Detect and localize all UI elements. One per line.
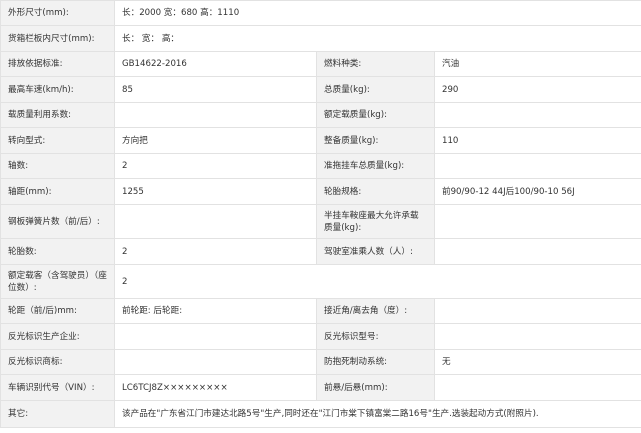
- spec-label: 准拖挂车总质量(kg):: [316, 153, 435, 179]
- spec-value: [433, 298, 641, 324]
- spec-label: 总质量(kg):: [316, 76, 435, 103]
- spec-value: 前90/90-12 44J后100/90-10 56J: [433, 178, 641, 205]
- spec-label: 钢板弹簧片数（前/后）:: [0, 204, 115, 239]
- spec-value: 290: [433, 76, 641, 103]
- spec-label: 货箱栏板内尺寸(mm):: [0, 25, 115, 52]
- spec-row: 轴距(mm): 1255 轮胎规格: 前90/90-12 44J后100/90-10 …: [0, 178, 641, 205]
- spec-value: [433, 374, 641, 401]
- spec-value: 2: [114, 238, 317, 265]
- spec-label: 反光标识商标:: [0, 349, 115, 375]
- spec-value: [114, 102, 317, 128]
- spec-label: 转向型式:: [0, 127, 115, 154]
- spec-value: [433, 102, 641, 128]
- spec-label: 载质量利用系数:: [0, 102, 115, 128]
- spec-row: 反光标识生产企业: 反光标识型号:: [0, 323, 641, 350]
- spec-row: 车辆识别代号（VIN）: LC6TCJ8Z××××××××× 前悬/后悬(mm):: [0, 374, 641, 401]
- spec-value: GB14622-2016: [114, 51, 317, 77]
- spec-value: LC6TCJ8Z×××××××××: [114, 374, 317, 401]
- spec-row: 货箱栏板内尺寸(mm): 长： 宽： 高：: [0, 25, 641, 52]
- spec-label: 防抱死制动系统:: [316, 349, 435, 375]
- spec-value: 无: [433, 349, 641, 375]
- spec-value: [114, 204, 317, 239]
- spec-row: 载质量利用系数: 额定载质量(kg):: [0, 102, 641, 128]
- vehicle-spec-table: 外形尺寸(mm): 长：2000 宽：680 高：1110 货箱栏板内尺寸(mm):…: [0, 0, 641, 428]
- spec-label: 车辆识别代号（VIN）:: [0, 374, 115, 401]
- spec-value: [114, 349, 317, 375]
- spec-value: [433, 153, 641, 179]
- spec-value: 110: [433, 127, 641, 154]
- spec-value: 前轮距: 后轮距:: [114, 298, 317, 324]
- spec-label: 轮距（前/后)mm:: [0, 298, 115, 324]
- spec-value: 2: [113, 264, 641, 299]
- spec-value: [433, 238, 641, 265]
- spec-row: 转向型式: 方向把 整备质量(kg): 110: [0, 127, 641, 154]
- spec-value: 长： 宽： 高：: [113, 25, 641, 52]
- spec-value: 2: [114, 153, 317, 179]
- spec-value: [433, 204, 641, 239]
- spec-label: 轮胎数:: [0, 238, 115, 265]
- spec-label: 排放依据标准:: [0, 51, 115, 77]
- spec-row: 反光标识商标: 防抱死制动系统: 无: [0, 349, 641, 375]
- spec-value: 汽油: [433, 51, 641, 77]
- spec-row: 最高车速(km/h): 85 总质量(kg): 290: [0, 76, 641, 103]
- spec-row: 外形尺寸(mm): 长：2000 宽：680 高：1110: [0, 0, 641, 26]
- spec-value: 方向把: [114, 127, 317, 154]
- spec-label: 额定载客（含驾驶员）（座位数）:: [0, 264, 115, 299]
- spec-row: 其它: 该产品在"广东省江门市建达北路5号"生产,同时还在"江门市棠下镇富棠二路1…: [0, 400, 641, 428]
- spec-row: 轮胎数: 2 驾驶室准乘人数（人）:: [0, 238, 641, 265]
- spec-label: 反光标识生产企业:: [0, 323, 115, 350]
- spec-row: 轮距（前/后)mm: 前轮距: 后轮距: 接近角/离去角（度）:: [0, 298, 641, 324]
- spec-label: 最高车速(km/h):: [0, 76, 115, 103]
- spec-value: 1255: [114, 178, 317, 205]
- spec-label: 反光标识型号:: [316, 323, 435, 350]
- spec-value: 该产品在"广东省江门市建达北路5号"生产,同时还在"江门市棠下镇富棠二路16号"…: [113, 400, 641, 428]
- spec-row: 额定载客（含驾驶员）（座位数）: 2: [0, 264, 641, 299]
- spec-label: 接近角/离去角（度）:: [316, 298, 435, 324]
- spec-label: 轮胎规格:: [316, 178, 435, 205]
- spec-row: 轴数: 2 准拖挂车总质量(kg):: [0, 153, 641, 179]
- spec-label: 额定载质量(kg):: [316, 102, 435, 128]
- spec-value: [433, 323, 641, 350]
- spec-value: [114, 323, 317, 350]
- spec-value: 长：2000 宽：680 高：1110: [113, 0, 641, 26]
- spec-label: 驾驶室准乘人数（人）:: [316, 238, 435, 265]
- spec-label: 半挂车鞍座最大允许承载质量(kg):: [316, 204, 435, 239]
- spec-table-body: 外形尺寸(mm): 长：2000 宽：680 高：1110 货箱栏板内尺寸(mm):…: [0, 0, 641, 428]
- spec-value: 85: [114, 76, 317, 103]
- spec-label: 燃料种类:: [316, 51, 435, 77]
- spec-label: 其它:: [0, 400, 115, 428]
- spec-label: 外形尺寸(mm):: [0, 0, 115, 26]
- spec-label: 轴数:: [0, 153, 115, 179]
- spec-label: 整备质量(kg):: [316, 127, 435, 154]
- spec-label: 前悬/后悬(mm):: [316, 374, 435, 401]
- spec-label: 轴距(mm):: [0, 178, 115, 205]
- spec-row: 排放依据标准: GB14622-2016 燃料种类: 汽油: [0, 51, 641, 77]
- spec-row: 钢板弹簧片数（前/后）: 半挂车鞍座最大允许承载质量(kg):: [0, 204, 641, 239]
